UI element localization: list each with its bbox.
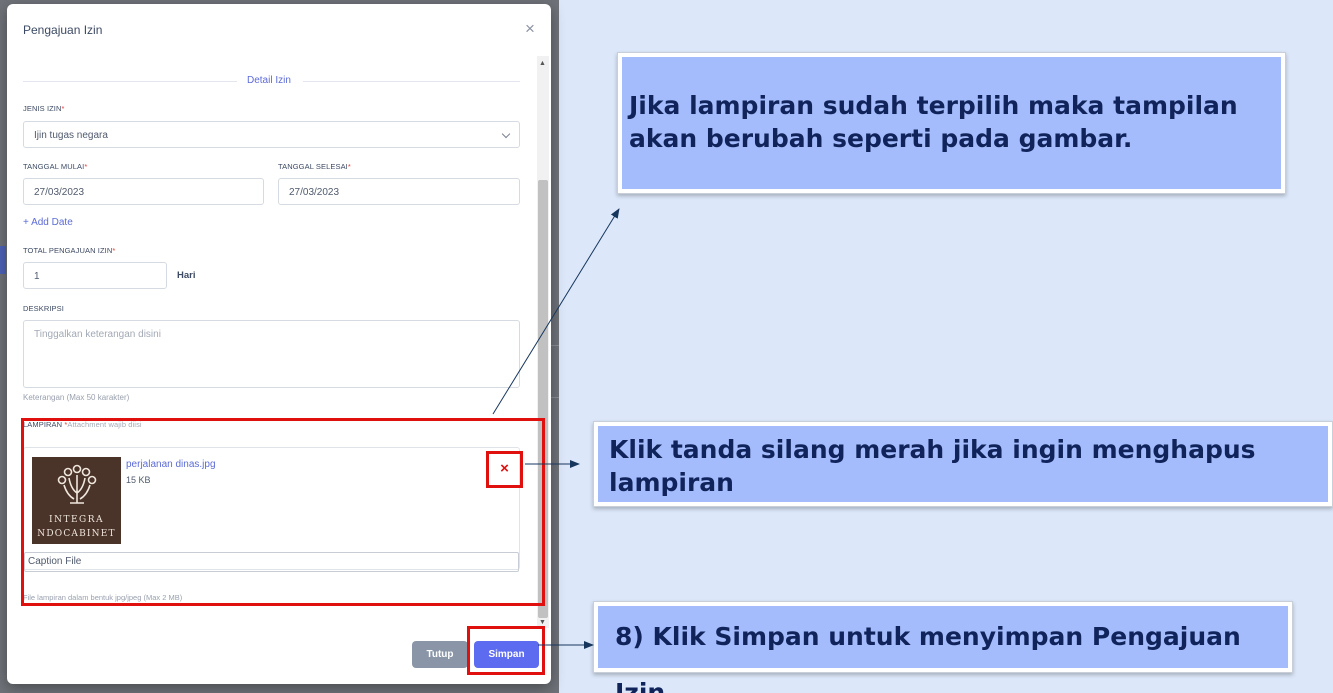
annotation-arrows bbox=[492, 208, 620, 649]
arrow-to-callout-one bbox=[492, 208, 620, 415]
